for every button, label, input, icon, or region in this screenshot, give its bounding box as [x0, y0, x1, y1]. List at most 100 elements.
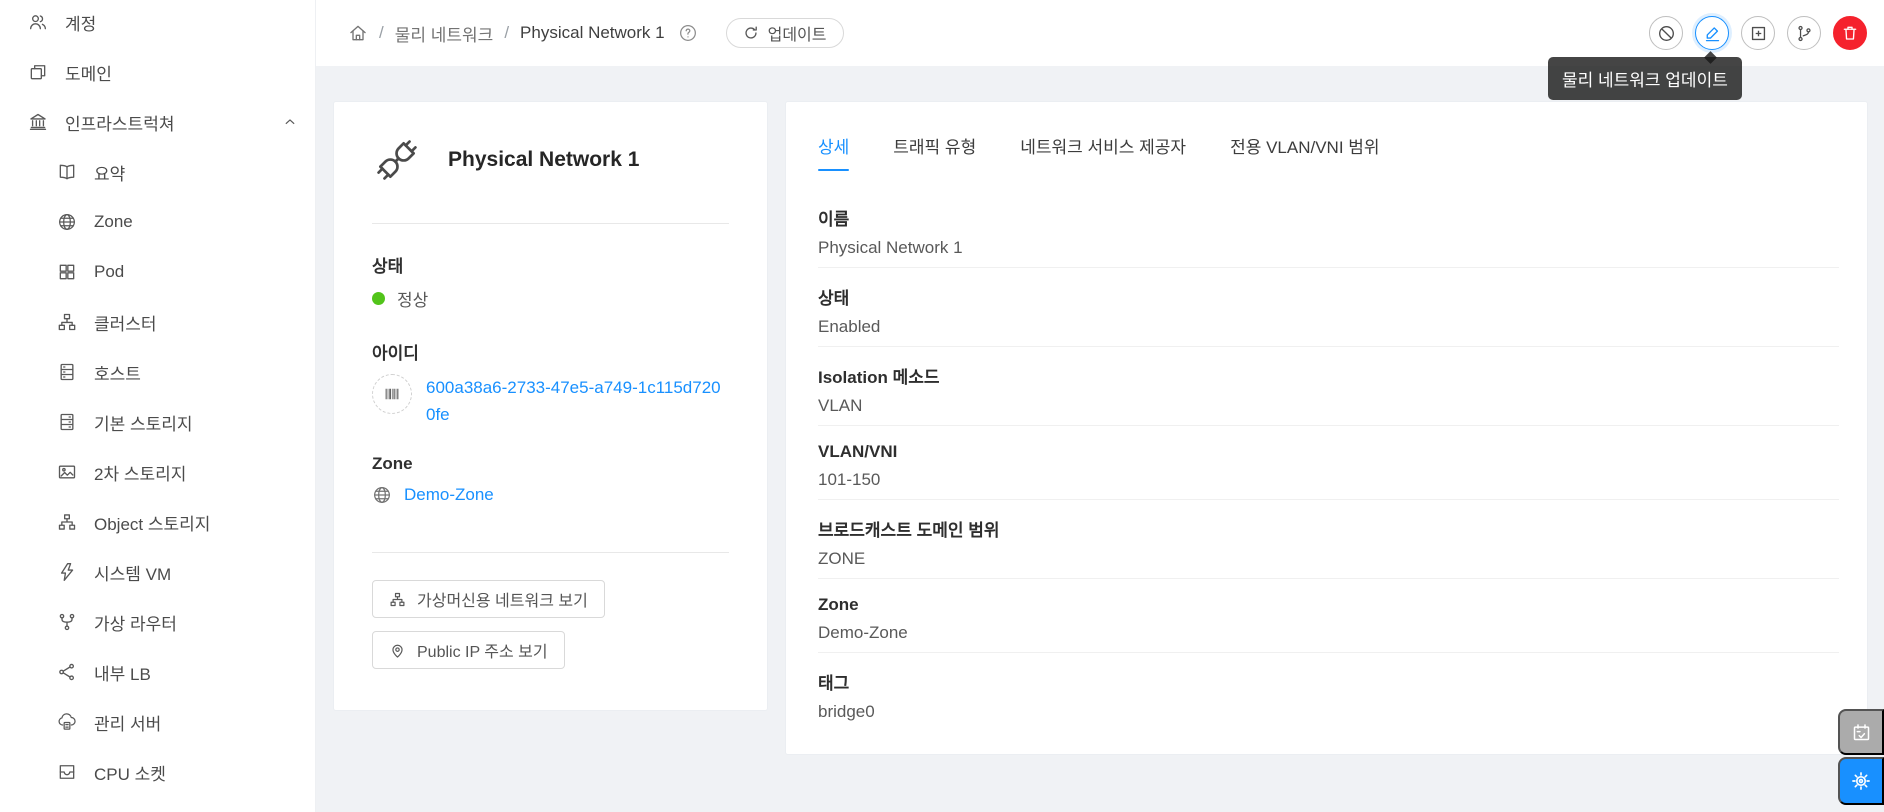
view-public-ip-label: Public IP 주소 보기 — [417, 644, 548, 661]
detail-row: VLAN/VNI 101-150 — [818, 426, 1839, 500]
edit-pencil-icon — [1703, 24, 1722, 43]
tabs: 상세 트래픽 유형 네트워크 서비스 제공자 전용 VLAN/VNI 범위 — [818, 102, 1839, 171]
breadcrumb-current: Physical Network 1 — [520, 23, 665, 42]
sidebar-item-clusters[interactable]: 클러스터 — [0, 297, 315, 347]
sidebar-item-zones[interactable]: Zone — [0, 197, 315, 247]
detail-value: bridge0 — [818, 702, 875, 721]
delete-button[interactable] — [1833, 16, 1867, 50]
status-value: 정상 — [397, 291, 429, 310]
calendar-check-icon — [1851, 722, 1872, 743]
view-public-ip-button[interactable]: Public IP 주소 보기 — [372, 631, 565, 669]
detail-row: 상태 Enabled — [818, 268, 1839, 347]
sidebar-item-pods[interactable]: Pod — [0, 247, 315, 297]
detail-row: 태그 bridge0 — [818, 653, 1839, 731]
pin-icon — [389, 642, 406, 659]
status-row: 정상 — [372, 286, 729, 311]
sidebar-menu: 계정 도메인 인프라스트럭쳐 요약 Zone Pod 클러스터 호스트 기본 스… — [0, 0, 315, 797]
fork-icon — [57, 612, 77, 632]
sidebar-item-label: 관리 서버 — [94, 714, 162, 734]
divider — [372, 223, 729, 224]
sidebar-item-system-vms[interactable]: 시스템 VM — [0, 547, 315, 597]
sidebar-item-label: 호스트 — [94, 364, 141, 384]
view-guest-networks-label: 가상머신용 네트워크 보기 — [417, 593, 588, 610]
cluster-icon — [57, 312, 77, 332]
question-circle-icon[interactable] — [678, 23, 698, 43]
divider — [372, 552, 729, 553]
sidebar-item-object-storage[interactable]: Object 스토리지 — [0, 497, 315, 547]
tooltip-text: 물리 네트워크 업데이트 — [1562, 71, 1728, 90]
sidebar-item-primary-storage[interactable]: 기본 스토리지 — [0, 397, 315, 447]
api-plug-icon — [372, 135, 422, 185]
zone-link[interactable]: Demo-Zone — [404, 485, 494, 505]
picture-icon — [57, 462, 77, 482]
trash-icon — [1841, 24, 1859, 42]
edit-button[interactable] — [1695, 16, 1729, 50]
sidebar-item-label: 도메인 — [65, 64, 112, 84]
block-icon — [28, 62, 48, 82]
detail-row: Zone Demo-Zone — [818, 579, 1839, 653]
tab-traffic-types[interactable]: 트래픽 유형 — [893, 102, 976, 171]
sidebar-item-label: 계정 — [65, 14, 97, 34]
share-icon — [57, 662, 77, 682]
tab-details[interactable]: 상세 — [818, 102, 850, 171]
branch-button[interactable] — [1787, 16, 1821, 50]
home-icon[interactable] — [348, 23, 368, 43]
tab-network-service-providers[interactable]: 네트워크 서비스 제공자 — [1020, 102, 1186, 171]
sidebar-item-label: 가상 라우터 — [94, 614, 177, 634]
details-card: 상세 트래픽 유형 네트워크 서비스 제공자 전용 VLAN/VNI 범위 이름… — [785, 101, 1868, 755]
update-button-label: 업데이트 — [767, 27, 827, 44]
detail-value: VLAN — [818, 396, 863, 415]
sidebar-item-label: 기본 스토리지 — [94, 414, 193, 434]
barcode-icon — [372, 374, 412, 414]
resource-card: Physical Network 1 상태 정상 아이디 600a38a6-27… — [333, 101, 768, 711]
sidebar-item-accounts[interactable]: 계정 — [0, 0, 315, 47]
branch-icon — [1795, 24, 1814, 43]
sidebar-item-infrastructure[interactable]: 인프라스트럭쳐 — [0, 97, 315, 147]
cluster-icon — [389, 591, 406, 608]
detail-label: 이름 — [818, 210, 850, 229]
server-icon — [57, 362, 77, 382]
sidebar-item-domains[interactable]: 도메인 — [0, 47, 315, 97]
sidebar-item-secondary-storage[interactable]: 2차 스토리지 — [0, 447, 315, 497]
cloud-server-icon — [57, 712, 77, 732]
event-timeline-button[interactable] — [1838, 709, 1884, 755]
disable-button[interactable] — [1649, 16, 1683, 50]
sidebar-item-label: CPU 소켓 — [94, 764, 166, 784]
gear-icon — [1850, 770, 1872, 792]
stop-icon — [1657, 24, 1676, 43]
resource-title: Physical Network 1 — [448, 148, 640, 171]
detail-row: 브로드캐스트 도메인 범위 ZONE — [818, 500, 1839, 579]
sidebar-item-management-servers[interactable]: 관리 서버 — [0, 697, 315, 747]
inbox-icon — [57, 762, 77, 782]
breadcrumb-section[interactable]: 물리 네트워크 — [395, 21, 494, 46]
id-row: 600a38a6-2733-47e5-a749-1c115d7200fe — [372, 374, 729, 428]
view-guest-networks-button[interactable]: 가상머신용 네트워크 보기 — [372, 580, 605, 618]
status-dot — [372, 292, 385, 305]
sitemap-icon — [57, 512, 77, 532]
sidebar-item-hosts[interactable]: 호스트 — [0, 347, 315, 397]
detail-row: Isolation 메소드 VLAN — [818, 347, 1839, 426]
zone-label: Zone — [372, 454, 413, 473]
tab-dedicated-vlan-ranges[interactable]: 전용 VLAN/VNI 범위 — [1230, 102, 1379, 171]
sidebar-item-label: 클러스터 — [94, 314, 157, 334]
sidebar-item-label: Zone — [94, 212, 133, 231]
settings-button[interactable] — [1838, 757, 1884, 805]
add-button[interactable] — [1741, 16, 1775, 50]
breadcrumb-separator: / — [504, 23, 510, 42]
detail-value: Enabled — [818, 317, 881, 336]
detail-label: VLAN/VNI — [818, 442, 898, 461]
update-button[interactable]: 업데이트 — [725, 18, 844, 48]
detail-label: 상태 — [818, 289, 850, 308]
action-buttons — [1649, 16, 1867, 50]
resource-id-link[interactable]: 600a38a6-2733-47e5-a749-1c115d7200fe — [426, 374, 729, 428]
sidebar-item-label: Object 스토리지 — [94, 514, 211, 534]
sidebar-item-internal-lb[interactable]: 내부 LB — [0, 647, 315, 697]
sidebar-item-summary[interactable]: 요약 — [0, 147, 315, 197]
zone-row: Demo-Zone — [372, 485, 729, 505]
sidebar-item-virtual-routers[interactable]: 가상 라우터 — [0, 597, 315, 647]
detail-value: Demo-Zone — [818, 623, 908, 642]
chevron-up-icon — [283, 115, 297, 129]
sidebar-item-cpu-sockets[interactable]: CPU 소켓 — [0, 747, 315, 797]
detail-value: Physical Network 1 — [818, 238, 963, 257]
resource-header: Physical Network 1 — [372, 136, 729, 184]
